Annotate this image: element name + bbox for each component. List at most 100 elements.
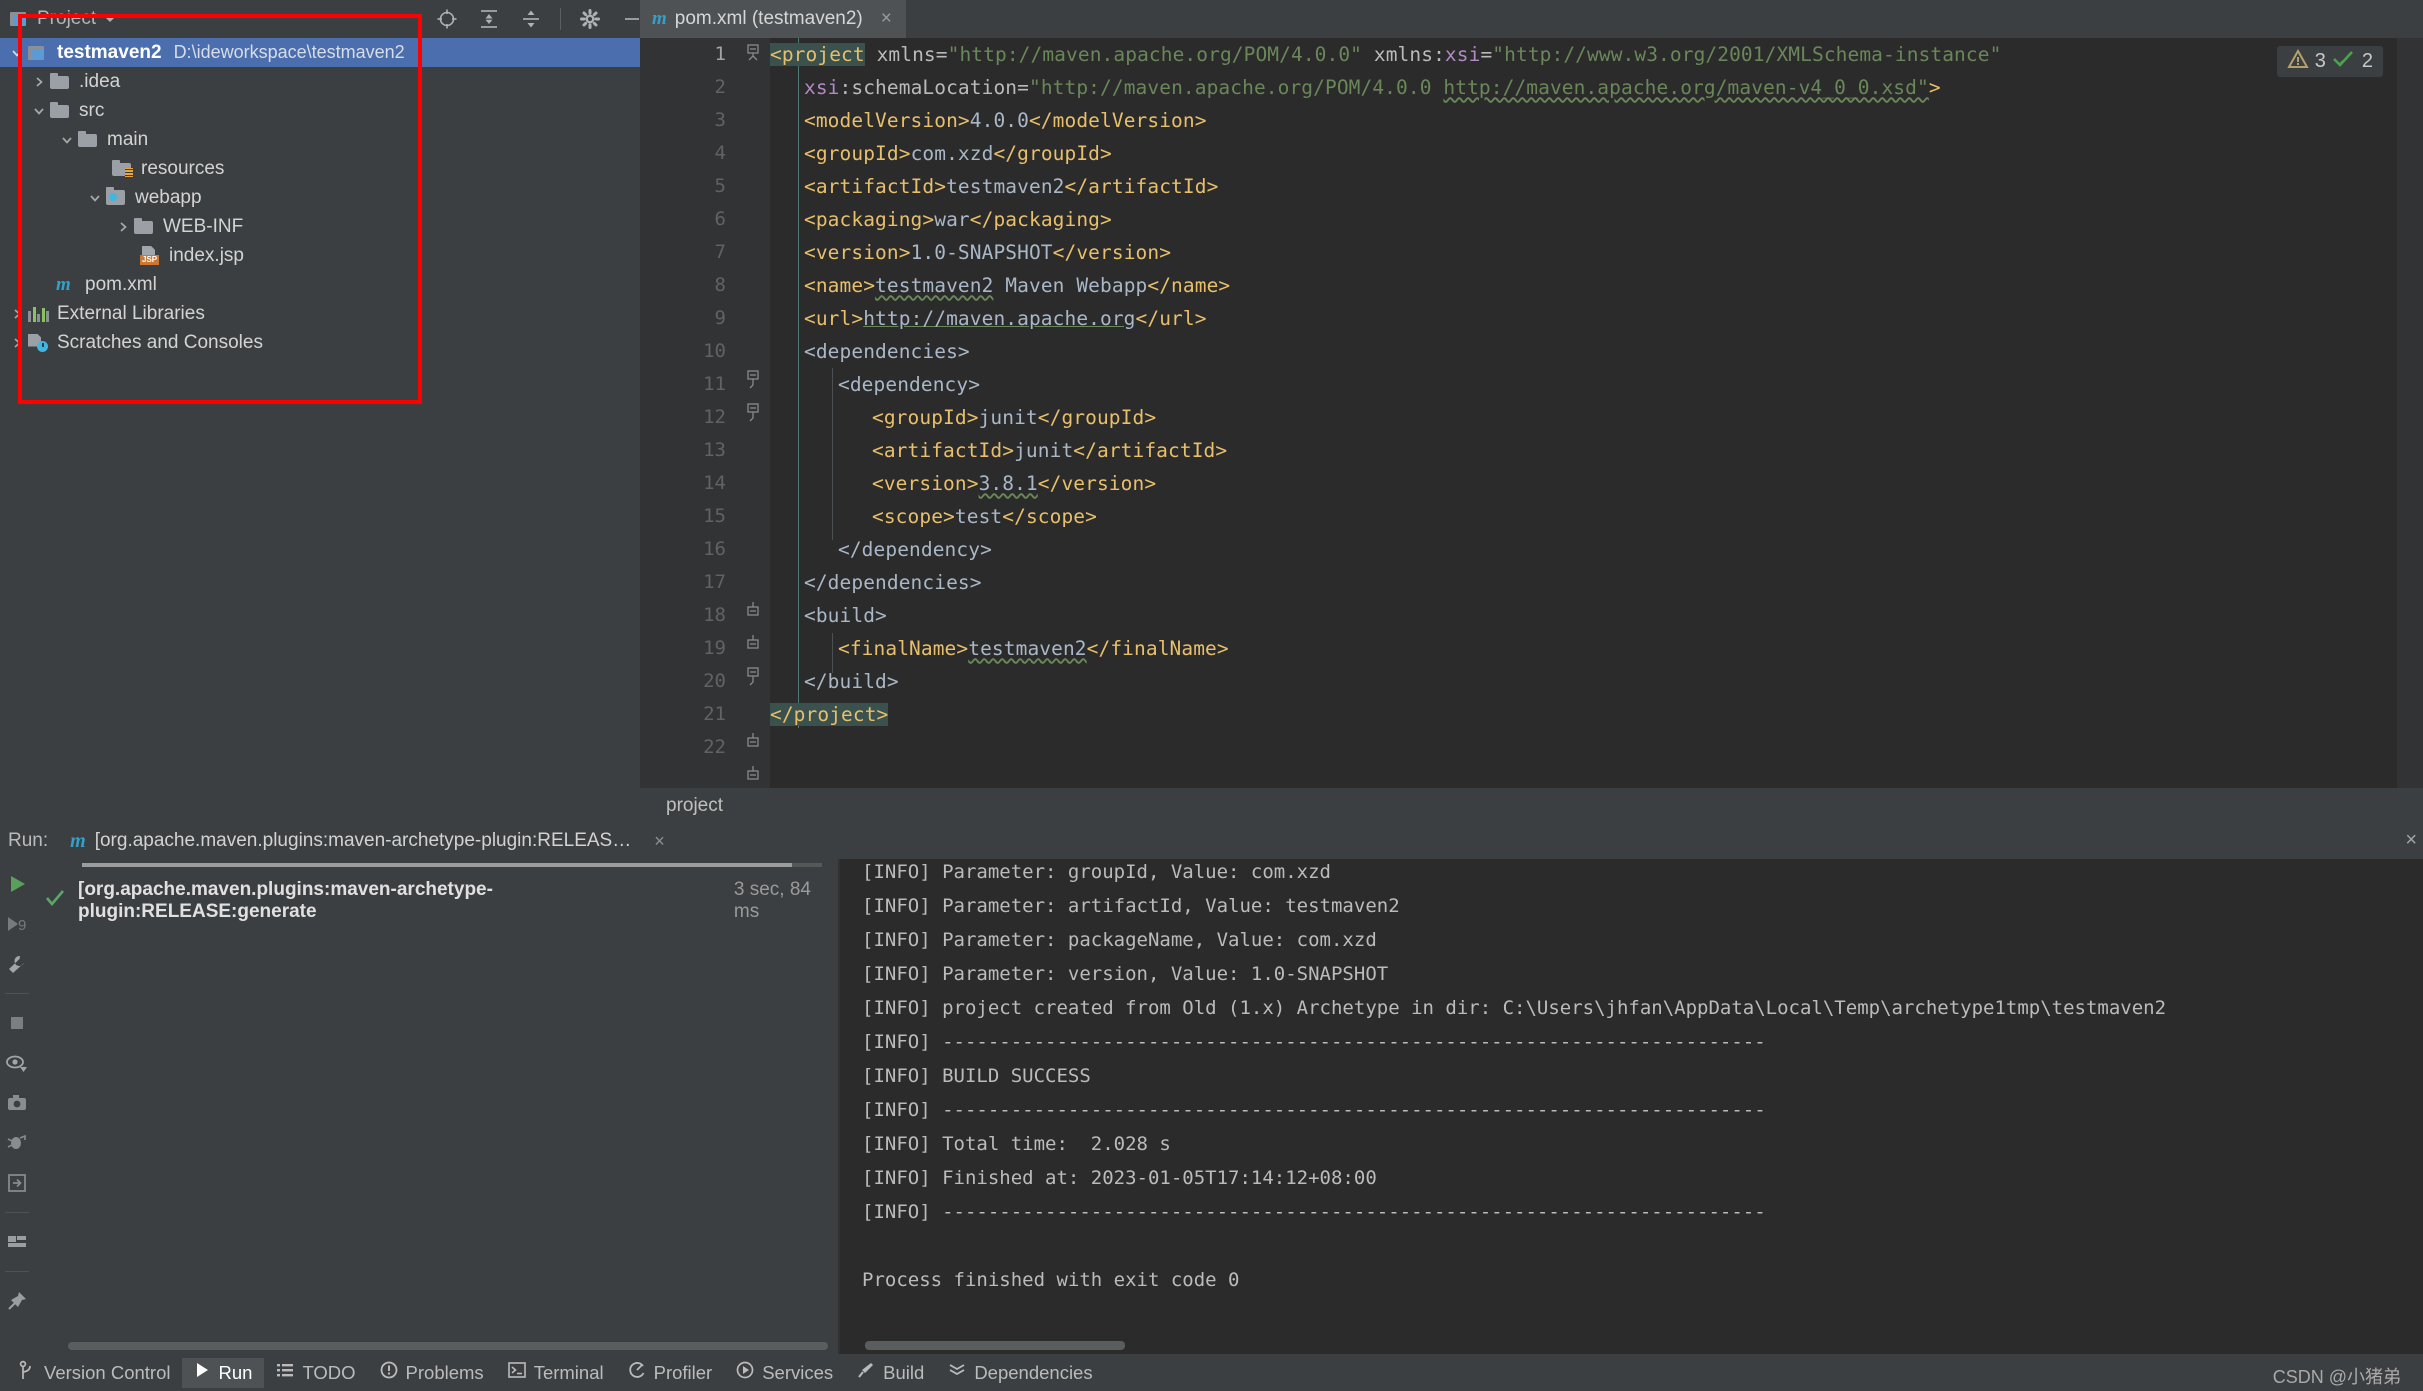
camera-icon[interactable] [4, 1090, 30, 1116]
close-icon[interactable]: × [654, 831, 665, 852]
code-line-8[interactable]: 8 <name>testmaven2 Maven Webapp</name> [640, 269, 2423, 302]
tree-node-testmaven2[interactable]: testmaven2 D:\ideworkspace\testmaven2 [0, 38, 640, 67]
tree-node-idea[interactable]: .idea [0, 67, 640, 96]
code-token-url[interactable]: http://maven.apache.org [863, 307, 1135, 330]
line-number: 16 [703, 538, 726, 561]
code-token-tag: <groupId> [872, 405, 979, 429]
code-token-tag: <packaging> [804, 207, 935, 231]
editor-tab-pom-xml[interactable]: m pom.xml (testmaven2) × [640, 0, 906, 38]
watermark: CSDN @小猪弟 [2272, 1367, 2401, 1387]
stop-icon[interactable] [4, 1010, 30, 1036]
statusbar-item-terminal[interactable]: Terminal [496, 1358, 616, 1388]
code-line-5[interactable]: 5 <artifactId>testmaven2</artifactId> [640, 170, 2423, 203]
code-line-3[interactable]: 3 <modelVersion>4.0.0</modelVersion> [640, 104, 2423, 137]
tree-node-pom-xml[interactable]: m pom.xml [0, 270, 640, 299]
rerun-icon[interactable] [4, 871, 30, 897]
line-number: 17 [703, 571, 726, 594]
chevron-down-icon[interactable] [6, 38, 28, 67]
tree-node-path: D:\ideworkspace\testmaven2 [173, 42, 405, 62]
code-line-15[interactable]: 15 <scope>test</scope> [640, 500, 2423, 533]
code-line-16[interactable]: 16 </dependency> [640, 533, 2423, 566]
tests-horizontal-scrollbar[interactable] [68, 1342, 838, 1350]
code-line-10[interactable]: 10 <dependencies> [640, 335, 2423, 368]
expand-all-icon[interactable] [470, 4, 508, 34]
chevron-right-icon[interactable] [28, 67, 50, 96]
code-line-4[interactable]: 4 <groupId>com.xzd</groupId> [640, 137, 2423, 170]
eye-icon[interactable] [4, 1050, 30, 1076]
console-horizontal-scrollbar[interactable] [865, 1341, 1125, 1350]
statusbar-item-run[interactable]: Run [182, 1357, 265, 1388]
profiler-icon [628, 1361, 646, 1384]
editor-code-body[interactable]: 1 <project xmlns="http://maven.apache.or… [640, 38, 2423, 788]
code-line-19[interactable]: 19 <finalName>testmaven2</finalName> [640, 632, 2423, 665]
code-token-tag: </version> [1037, 471, 1157, 495]
chevron-down-icon[interactable] [105, 16, 116, 22]
statusbar-item-problems[interactable]: Problems [368, 1358, 496, 1388]
code-line-13[interactable]: 13 <artifactId>junit</artifactId> [640, 434, 2423, 467]
close-icon[interactable]: × [881, 8, 892, 30]
code-line-14[interactable]: 14 <version>3.8.1</version> [640, 467, 2423, 500]
code-line-18[interactable]: 18 <build> [640, 599, 2423, 632]
code-line-7[interactable]: 7 <version>1.0-SNAPSHOT</version> [640, 236, 2423, 269]
code-line-22[interactable]: 22 [640, 731, 2423, 764]
tree-node-src[interactable]: src [0, 96, 640, 125]
chevron-right-icon[interactable] [6, 328, 28, 357]
tree-node-external-libraries[interactable]: External Libraries [0, 299, 640, 328]
line-number: 20 [703, 670, 726, 693]
code-line-2[interactable]: 2 xsi:schemaLocation="http://maven.apach… [640, 71, 2423, 104]
statusbar-item-build[interactable]: Build [845, 1358, 936, 1388]
code-lines[interactable]: 1 <project xmlns="http://maven.apache.or… [640, 38, 2423, 788]
layout-icon[interactable] [4, 1229, 30, 1255]
pin-icon[interactable] [4, 1288, 30, 1314]
chevron-down-icon[interactable] [28, 96, 50, 125]
tree-node-webapp[interactable]: webapp [0, 183, 640, 212]
code-line-6[interactable]: 6 <packaging>war</packaging> [640, 203, 2423, 236]
collapse-all-icon[interactable] [512, 4, 550, 34]
breadcrumb[interactable]: project [640, 795, 723, 817]
code-line-17[interactable]: 17 </dependencies> [640, 566, 2423, 599]
chevron-right-icon[interactable] [112, 212, 134, 241]
wrench-icon[interactable] [4, 951, 30, 977]
code-line-1[interactable]: 1 <project xmlns="http://maven.apache.or… [640, 38, 2423, 71]
rerun-failed-icon[interactable]: 9 [4, 911, 30, 937]
console-line: [INFO] Parameter: artifactId, Value: tes… [862, 895, 1400, 917]
statusbar-item-label: Terminal [533, 1361, 604, 1383]
locate-icon[interactable] [428, 4, 466, 34]
code-line-21[interactable]: 21 </project> [640, 698, 2423, 731]
tree-node-main[interactable]: main [0, 125, 640, 154]
tree-node-resources[interactable]: resources [0, 154, 640, 183]
tree-node-index-jsp[interactable]: JSP index.jsp [0, 241, 640, 270]
gear-icon[interactable] [571, 4, 609, 34]
tree-node-web-inf[interactable]: WEB-INF [0, 212, 640, 241]
code-line-11[interactable]: 11 <dependency> [640, 368, 2423, 401]
folder-icon [78, 130, 102, 150]
tree-node-scratches-and-consoles[interactable]: Scratches and Consoles [0, 328, 640, 357]
inspection-status-widget[interactable]: 3 2 [2276, 46, 2383, 77]
chevron-right-icon[interactable] [6, 299, 28, 328]
run-tab[interactable]: m [org.apache.maven.plugins:maven-archet… [70, 830, 665, 853]
code-line-9[interactable]: 9 <url>http://maven.apache.org</url> [640, 302, 2423, 335]
chevron-down-icon[interactable] [56, 125, 78, 154]
export-icon[interactable] [4, 1170, 30, 1196]
statusbar-item-version-control[interactable]: Version Control [6, 1358, 182, 1388]
svg-text:9: 9 [18, 917, 26, 934]
line-number: 15 [703, 505, 726, 528]
code-line-20[interactable]: 20 </build> [640, 665, 2423, 698]
test-result-row[interactable]: [org.apache.maven.plugins:maven-archetyp… [44, 879, 840, 923]
code-token-text: testmaven2 [946, 174, 1065, 198]
code-token-namespace: xsi [804, 75, 840, 99]
code-token-tag: <artifactId> [872, 438, 1015, 462]
statusbar-item-dependencies[interactable]: Dependencies [936, 1358, 1104, 1388]
statusbar-item-profiler[interactable]: Profiler [616, 1358, 725, 1388]
project-tree-panel[interactable]: testmaven2 D:\ideworkspace\testmaven2 .i… [0, 38, 640, 823]
bug-icon[interactable] [4, 1130, 30, 1156]
hide-toolwindow-icon[interactable]: × [2405, 829, 2417, 852]
chevron-down-icon[interactable] [84, 183, 106, 212]
run-tests-pane[interactable]: [org.apache.maven.plugins:maven-archetyp… [34, 859, 840, 1354]
code-line-12[interactable]: 12 <groupId>junit</groupId> [640, 401, 2423, 434]
code-token-tag: </scope> [1002, 504, 1097, 528]
statusbar-item-todo[interactable]: TODO [264, 1358, 367, 1388]
run-console-output[interactable]: [INFO] Parameter: groupId, Value: com.xz… [840, 859, 2423, 1354]
statusbar-item-services[interactable]: Services [724, 1358, 845, 1388]
tree-node-label: index.jsp [169, 244, 244, 266]
